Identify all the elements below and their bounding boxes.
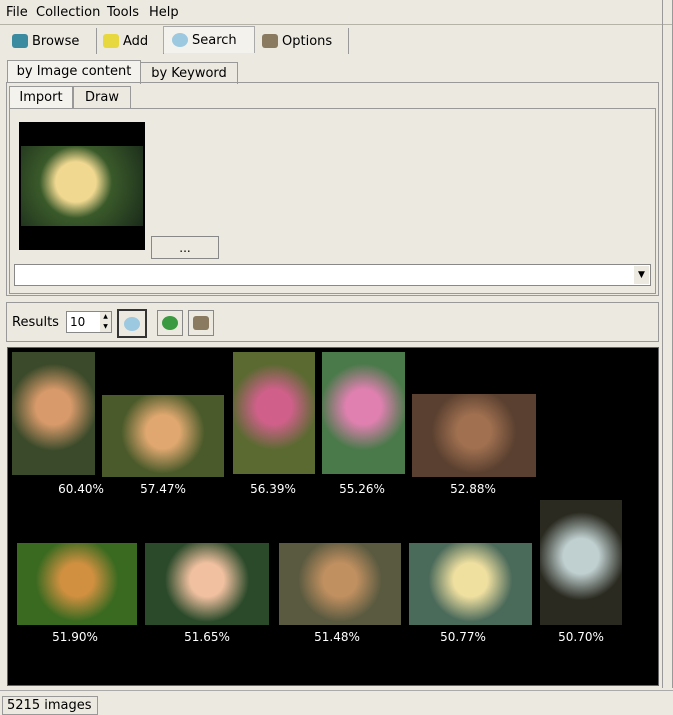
menu-help[interactable]: Help <box>149 5 179 20</box>
similarity-score: 60.40% <box>58 482 104 496</box>
search-options-button[interactable] <box>188 310 214 336</box>
search-tab[interactable]: Search <box>163 26 255 53</box>
result-thumbnail[interactable] <box>233 352 315 474</box>
chevron-down-icon[interactable]: ▼ <box>634 266 649 284</box>
results-count-spinner[interactable]: 10 ▲ ▼ <box>66 311 112 333</box>
result-thumbnail[interactable] <box>279 543 401 625</box>
status-bar: 5215 images <box>0 690 673 715</box>
tab-image-content[interactable]: by Image content <box>7 60 141 82</box>
magnifier-icon <box>124 316 140 331</box>
browse-file-button[interactable]: ... <box>151 236 219 259</box>
menu-collection[interactable]: Collection <box>36 5 100 20</box>
similarity-score: 52.88% <box>450 482 496 496</box>
query-image <box>19 122 145 250</box>
similarity-score: 51.65% <box>184 630 230 644</box>
tab-import[interactable]: Import <box>9 86 73 108</box>
result-thumbnail[interactable] <box>102 395 224 477</box>
menu-file[interactable]: File <box>6 5 28 20</box>
similarity-score: 57.47% <box>140 482 186 496</box>
add-image-icon <box>103 34 119 48</box>
path-combo[interactable]: ▼ <box>14 264 651 286</box>
result-thumbnail[interactable] <box>322 352 405 474</box>
rose-photo <box>21 146 143 226</box>
similarity-score: 50.70% <box>558 630 604 644</box>
result-thumbnail[interactable] <box>409 543 532 625</box>
result-thumbnail[interactable] <box>412 394 536 477</box>
menu-tools[interactable]: Tools <box>107 5 139 20</box>
tools-icon <box>193 316 209 330</box>
similarity-score: 55.26% <box>339 482 385 496</box>
menu-bar: File Collection Tools Help <box>0 0 673 25</box>
tab-keyword[interactable]: by Keyword <box>140 62 238 84</box>
tab-draw[interactable]: Draw <box>73 86 131 108</box>
undo-icon <box>162 316 178 330</box>
add-tab[interactable]: Add <box>95 28 164 54</box>
image-count: 5215 images <box>2 696 98 715</box>
results-label: Results <box>12 315 59 330</box>
result-thumbnail[interactable] <box>145 543 269 625</box>
run-search-button[interactable] <box>117 309 147 338</box>
similarity-score: 51.90% <box>52 630 98 644</box>
result-thumbnail[interactable] <box>540 500 622 625</box>
options-tab[interactable]: Options <box>254 28 349 54</box>
browse-tab[interactable]: Browse <box>4 28 97 54</box>
similarity-score: 56.39% <box>250 482 296 496</box>
scrollbar[interactable] <box>662 0 673 688</box>
reset-button[interactable] <box>157 310 183 336</box>
similarity-score: 51.48% <box>314 630 360 644</box>
magnifier-icon <box>172 33 188 47</box>
book-icon <box>12 34 28 48</box>
result-thumbnail[interactable] <box>12 352 95 475</box>
similarity-score: 50.77% <box>440 630 486 644</box>
result-thumbnail[interactable] <box>17 543 137 625</box>
tools-icon <box>262 34 278 48</box>
